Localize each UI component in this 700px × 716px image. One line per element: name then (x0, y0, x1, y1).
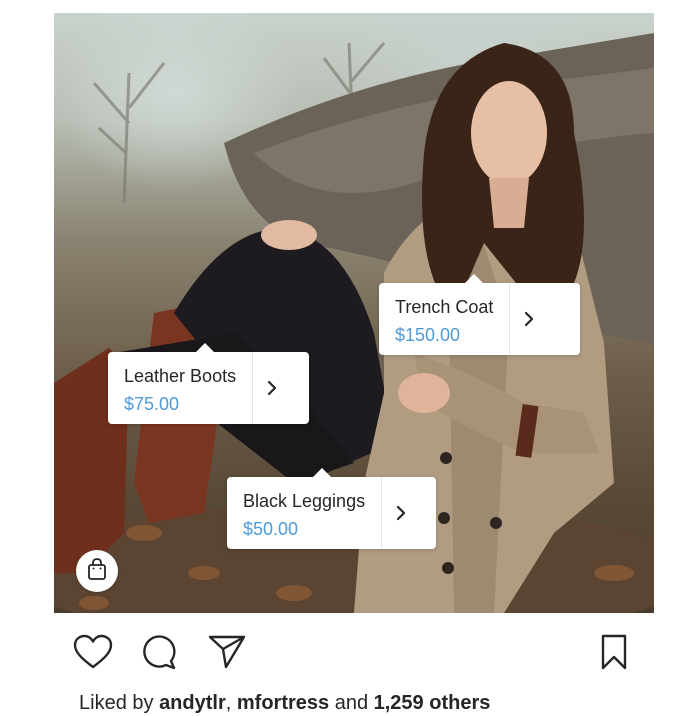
product-name: Leather Boots (124, 366, 237, 386)
chevron-right-icon (509, 283, 548, 355)
product-price: $50.00 (243, 519, 299, 539)
like-button[interactable] (72, 634, 114, 674)
shop-button[interactable] (76, 550, 118, 592)
chevron-right-icon (381, 477, 420, 549)
likes-summary: Liked by andytlr, mfortress and 1,259 ot… (79, 690, 490, 716)
share-button[interactable] (205, 634, 249, 674)
product-tag-info: Trench Coat $150.00 (379, 283, 509, 355)
post-action-bar (0, 620, 700, 686)
likes-count-link[interactable]: 1,259 others (374, 692, 491, 714)
liker-username-link[interactable]: mfortress (237, 692, 329, 714)
product-tag-trench-coat[interactable]: Trench Coat $150.00 (379, 274, 580, 355)
liker-username-link[interactable]: andytlr (159, 692, 226, 714)
product-price: $75.00 (124, 394, 180, 414)
product-tag-black-leggings[interactable]: Black Leggings $50.00 (227, 468, 436, 549)
product-name: Trench Coat (395, 297, 494, 317)
product-price: $150.00 (395, 325, 461, 345)
likes-separator: , (225, 692, 237, 714)
paper-plane-icon (207, 634, 247, 675)
likes-and: and (329, 692, 374, 714)
product-tag-leather-boots[interactable]: Leather Boots $75.00 (108, 343, 309, 424)
chevron-right-icon (252, 352, 291, 424)
product-name: Black Leggings (243, 491, 366, 511)
likes-prefix: Liked by (79, 692, 160, 714)
product-tag-info: Leather Boots $75.00 (108, 352, 252, 424)
comment-button[interactable] (138, 634, 180, 674)
save-button[interactable] (594, 634, 634, 674)
bookmark-icon (600, 634, 628, 675)
comment-icon (140, 633, 178, 676)
product-tag-info: Black Leggings $50.00 (227, 477, 381, 549)
heart-icon (73, 634, 113, 675)
shopping-bag-icon (86, 557, 108, 586)
